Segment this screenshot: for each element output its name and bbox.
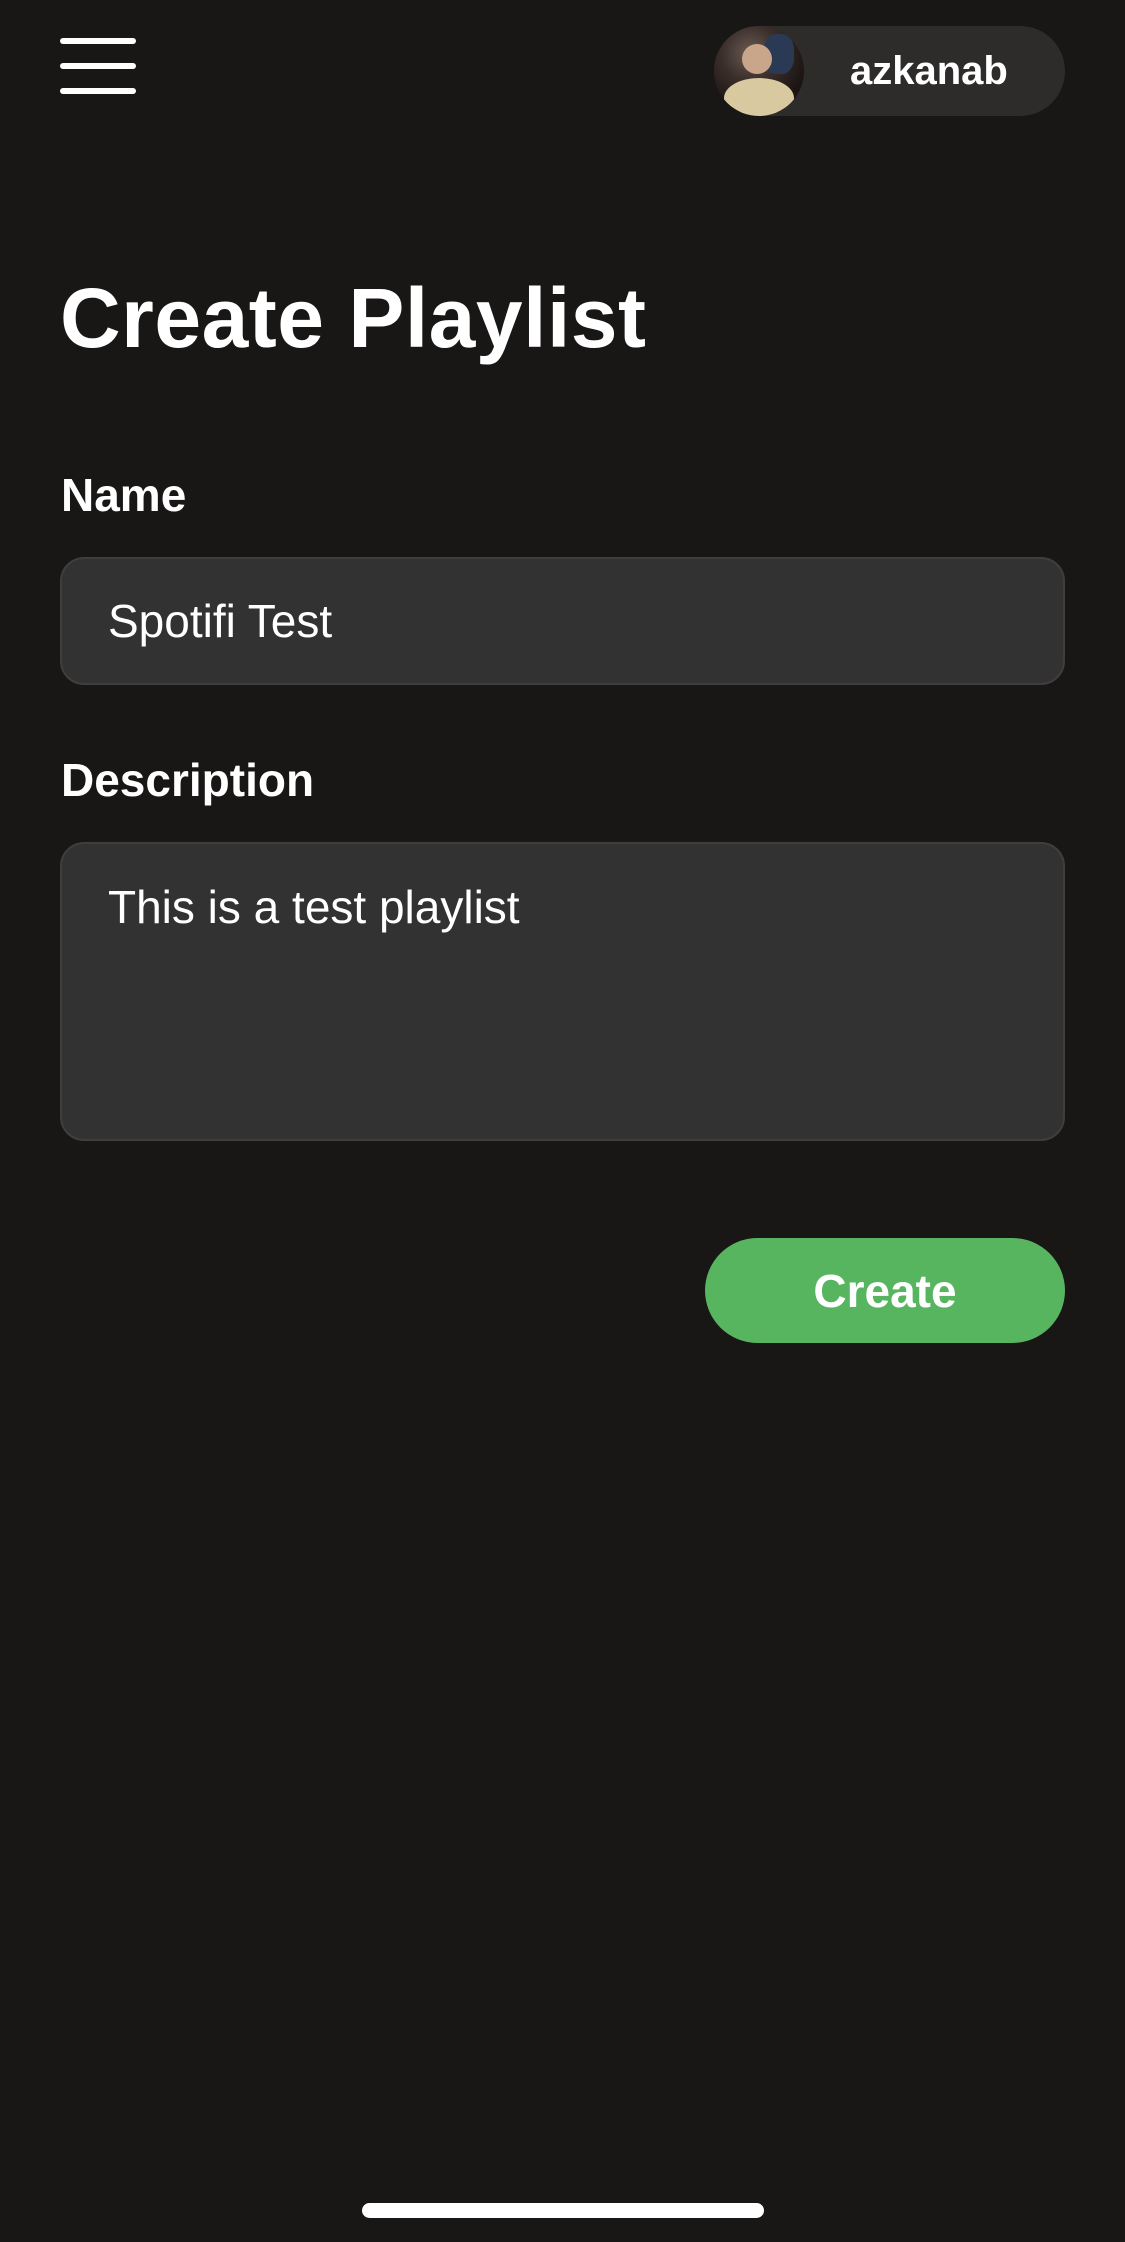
description-textarea[interactable]: This is a test playlist [60, 842, 1065, 1141]
hamburger-menu-icon[interactable] [60, 38, 136, 94]
name-label: Name [61, 469, 187, 521]
home-indicator [362, 2203, 764, 2218]
menu-line-bottom [60, 88, 136, 94]
avatar [714, 26, 804, 116]
user-profile-button[interactable]: azkanab [714, 26, 1065, 116]
username-label: azkanab [850, 49, 1008, 93]
create-playlist-screen: azkanab Create Playlist Name Description… [0, 0, 1125, 2242]
description-label: Description [61, 754, 315, 806]
menu-line-middle [60, 63, 136, 69]
page-title: Create Playlist [60, 271, 647, 365]
menu-line-top [60, 38, 136, 44]
create-button[interactable]: Create [705, 1238, 1065, 1343]
name-input[interactable] [60, 557, 1065, 685]
